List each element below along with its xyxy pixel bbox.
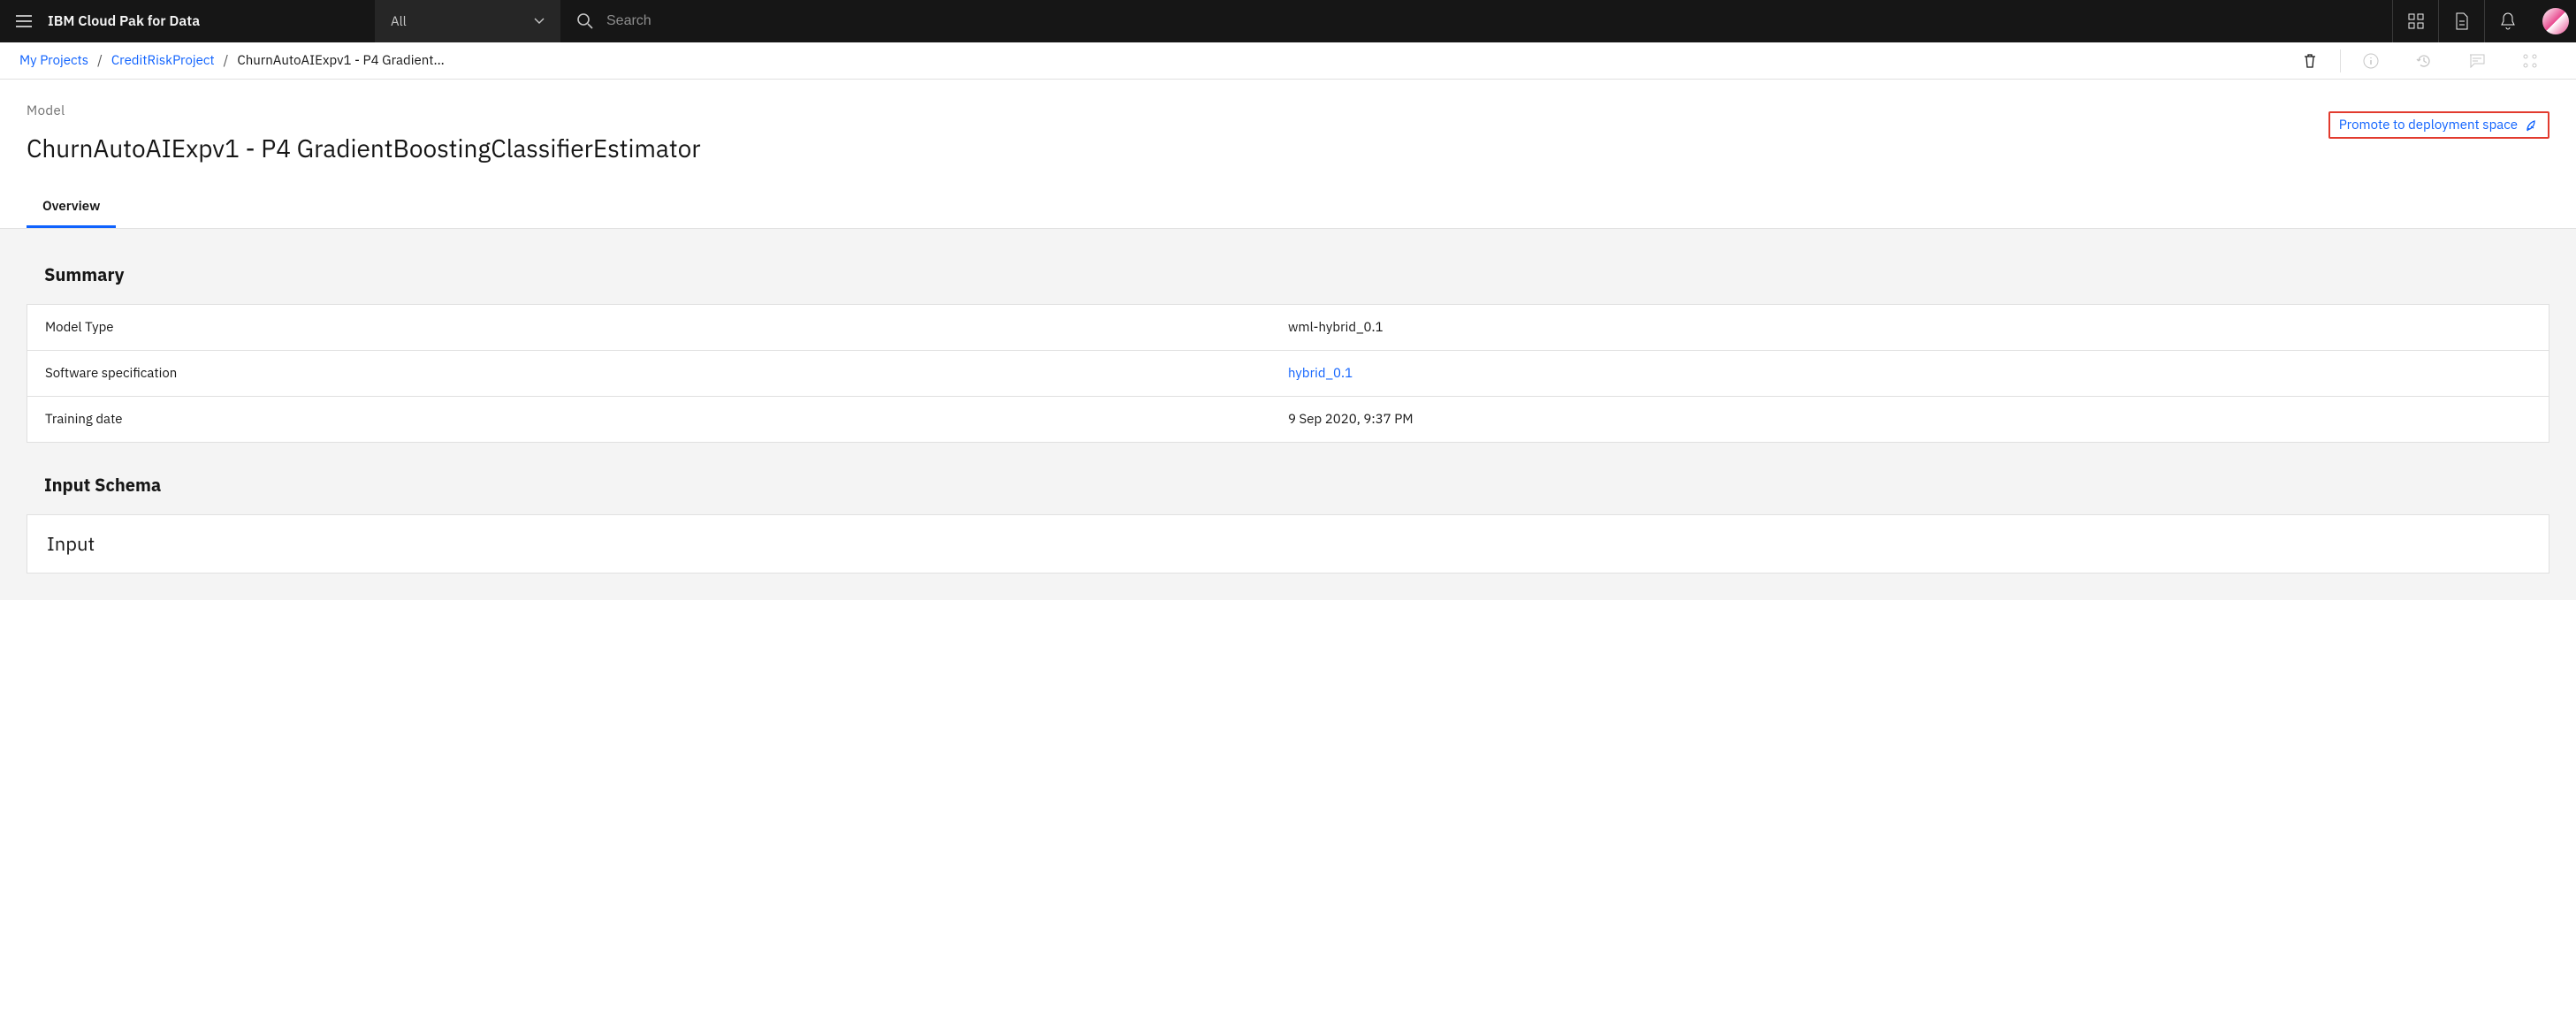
search-input[interactable] [606,13,2376,29]
page-actions [2283,42,2557,80]
scope-label: All [391,13,407,30]
input-card-title: Input [47,531,2529,557]
history-icon [2416,53,2432,69]
input-schema-heading: Input Schema [44,473,2549,497]
bell-icon [2500,12,2516,30]
breadcrumb-root[interactable]: My Projects [19,52,88,69]
summary-card: Model Type wml-hybrid_0.1 Software speci… [27,304,2549,443]
breadcrumb: My Projects / CreditRiskProject / ChurnA… [19,52,2283,69]
breadcrumb-project[interactable]: CreditRiskProject [111,52,215,69]
page-header: Model ChurnAutoAIExpv1 - P4 GradientBoos… [0,80,2576,164]
tabs: Overview [0,164,2576,229]
summary-heading: Summary [44,262,2549,286]
document-icon [2455,12,2469,30]
summary-row-model-type: Model Type wml-hybrid_0.1 [27,305,2549,351]
menu-button[interactable] [0,0,48,42]
summary-row-software-spec: Software specification hybrid_0.1 [27,351,2549,397]
summary-row-training-date: Training date 9 Sep 2020, 9:37 PM [27,397,2549,442]
docs-button[interactable] [2438,0,2484,42]
brand-title: IBM Cloud Pak for Data [48,12,375,30]
summary-label: Training date [45,411,1288,428]
summary-value: wml-hybrid_0.1 [1288,319,2531,336]
promote-highlight: Promote to deployment space [2328,111,2549,139]
divider [2340,49,2341,72]
input-schema-card: Input [27,514,2549,574]
chevron-down-icon [534,18,545,25]
software-spec-link[interactable]: hybrid_0.1 [1288,365,2531,382]
catalog-button[interactable] [2392,0,2438,42]
breadcrumb-sep: / [97,52,103,69]
hamburger-icon [16,15,32,27]
summary-value: 9 Sep 2020, 9:37 PM [1288,411,2531,428]
notifications-button[interactable] [2484,0,2530,42]
top-icon-group [2392,0,2576,42]
top-bar: IBM Cloud Pak for Data All [0,0,2576,42]
delete-button[interactable] [2283,42,2336,80]
avatar-button[interactable] [2530,0,2576,42]
promote-label: Promote to deployment space [2339,117,2518,133]
breadcrumb-current: ChurnAutoAIExpv1 - P4 Gradient... [237,52,444,69]
breadcrumb-row: My Projects / CreditRiskProject / ChurnA… [0,42,2576,80]
apps-icon [2408,13,2424,29]
trash-icon [2303,53,2317,69]
summary-label: Software specification [45,365,1288,382]
comment-icon [2469,54,2485,68]
summary-label: Model Type [45,319,1288,336]
search-area [560,12,2392,30]
content-panel: Summary Model Type wml-hybrid_0.1 Softwa… [0,229,2576,600]
info-button[interactable] [2344,42,2397,80]
comment-button[interactable] [2450,42,2504,80]
tab-overview[interactable]: Overview [27,187,116,228]
promote-button[interactable]: Promote to deployment space [2339,117,2539,133]
history-button[interactable] [2397,42,2450,80]
avatar-icon [2542,8,2569,34]
title-block: Model ChurnAutoAIExpv1 - P4 GradientBoos… [27,103,701,164]
search-icon [576,12,594,30]
breadcrumb-sep: / [224,52,229,69]
flow-button[interactable] [2504,42,2557,80]
nodes-icon [2522,53,2538,69]
rocket-icon [2525,118,2539,133]
page-title: ChurnAutoAIExpv1 - P4 GradientBoostingCl… [27,132,701,164]
scope-dropdown[interactable]: All [375,0,560,42]
info-icon [2363,53,2379,69]
section-label: Model [27,103,701,119]
